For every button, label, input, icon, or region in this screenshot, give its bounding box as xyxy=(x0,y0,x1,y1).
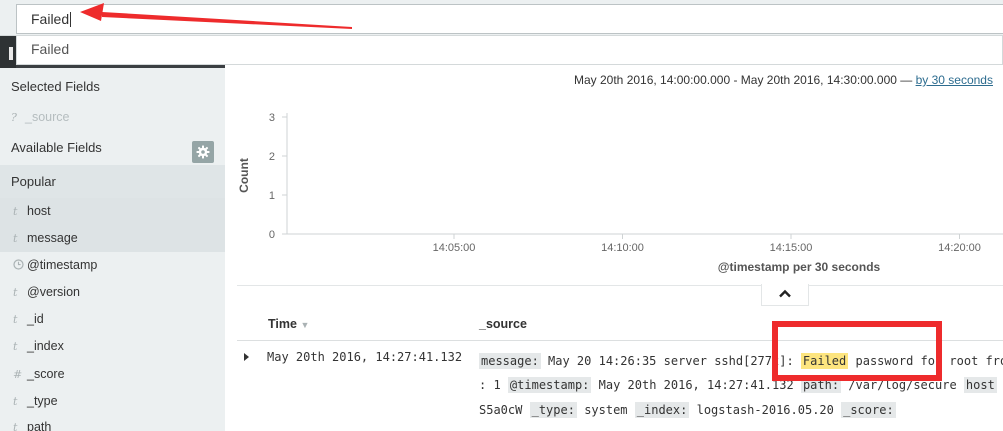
y-tick-label: 2 xyxy=(269,151,275,163)
sidebar-field-message[interactable]: t message xyxy=(0,225,225,252)
index-value: logstash-2016.05.20 xyxy=(696,403,834,417)
number-type-icon: # xyxy=(13,368,23,381)
x-tick-label: 14:05:00 xyxy=(433,242,476,254)
y-tick-label: 3 xyxy=(269,112,275,124)
field-name: _index xyxy=(27,339,64,353)
time-range-text: May 20th 2016, 14:00:00.000 - May 20th 2… xyxy=(574,73,913,87)
field-name: _type xyxy=(27,394,58,408)
available-fields-heading: Available Fields xyxy=(11,140,102,155)
collapse-chart-button[interactable] xyxy=(761,284,809,306)
id-value: S5a0cW xyxy=(479,403,523,417)
version-value: : 1 xyxy=(479,378,501,392)
string-type-icon: t xyxy=(13,395,18,408)
field-name: _source xyxy=(25,110,70,124)
field-key-timestamp: @timestamp: xyxy=(507,377,592,393)
type-value: system xyxy=(584,403,628,417)
string-type-icon: t xyxy=(13,421,18,431)
string-type-icon: t xyxy=(13,313,18,326)
source-column-header: _source xyxy=(479,317,527,331)
selected-fields-heading: Selected Fields xyxy=(11,79,100,94)
sidebar-field-id[interactable]: t _id xyxy=(0,306,225,333)
row-time: May 20th 2016, 14:27:41.132 xyxy=(267,350,463,364)
field-name: _score xyxy=(27,367,65,381)
field-key-host: host xyxy=(963,377,997,393)
field-key-type: _type: xyxy=(529,402,577,418)
sidebar-field-score[interactable]: # _score xyxy=(0,361,225,388)
sidebar-field-timestamp[interactable]: @timestamp xyxy=(0,252,225,279)
sidebar-field-type[interactable]: t _type xyxy=(0,388,225,415)
unknown-type-icon: ? xyxy=(11,111,17,124)
chevron-up-icon xyxy=(779,289,791,298)
field-name: message xyxy=(27,231,78,245)
sidebar-field-version[interactable]: t @version xyxy=(0,279,225,306)
string-type-icon: t xyxy=(13,205,18,218)
x-tick-label: 14:20:00 xyxy=(938,242,981,254)
string-type-icon: t xyxy=(13,286,18,299)
expand-row-icon[interactable] xyxy=(244,353,249,361)
field-name: _id xyxy=(27,312,44,326)
chart-y-label: Count xyxy=(237,158,251,193)
field-settings-button[interactable] xyxy=(192,141,214,163)
sidebar-field-path[interactable]: t path xyxy=(0,414,225,431)
interval-link[interactable]: by 30 seconds xyxy=(916,73,993,87)
time-range-header: May 20th 2016, 14:00:00.000 - May 20th 2… xyxy=(574,73,993,87)
x-tick-label: 14:15:00 xyxy=(770,242,813,254)
field-key-message: message: xyxy=(479,353,541,369)
timestamp-value: May 20th 2016, 14:27:41.132 xyxy=(598,378,794,392)
nav-strip-marker xyxy=(9,47,13,60)
field-name: path xyxy=(27,420,52,431)
message-text: May 20 14:26:35 server sshd[2772]: xyxy=(548,354,794,368)
field-key-score: _score: xyxy=(841,402,896,418)
nav-strip-edge xyxy=(0,36,16,68)
x-tick-label: 14:10:00 xyxy=(601,242,644,254)
chart-divider xyxy=(237,285,1003,286)
popular-heading: Popular xyxy=(11,174,56,189)
annotation-highlight-box xyxy=(772,321,942,381)
string-type-icon: t xyxy=(13,340,18,353)
gear-icon xyxy=(196,145,210,159)
clock-icon xyxy=(13,252,27,279)
field-name: @timestamp xyxy=(27,258,98,272)
search-suggestion[interactable]: Failed xyxy=(16,36,1003,65)
column-title: Time xyxy=(268,317,297,331)
field-name: @version xyxy=(27,285,80,299)
sidebar-field-host[interactable]: t host xyxy=(0,198,225,225)
field-name: host xyxy=(27,204,51,218)
y-tick-label: 1 xyxy=(269,190,275,202)
time-column-header[interactable]: Time ▼ xyxy=(268,317,309,331)
source-line-3: S5a0cW _type: system _index: logstash-20… xyxy=(479,402,896,418)
string-type-icon: t xyxy=(13,232,18,245)
sort-caret-icon: ▼ xyxy=(300,320,310,330)
field-key-index: _index: xyxy=(634,402,690,418)
annotation-arrow-icon xyxy=(80,3,352,29)
histogram-chart: 3 2 1 0 14:05:00 14:10:00 14:15:00 14:20:00 Cou… xyxy=(237,112,1003,274)
selected-field-source[interactable]: ? _source xyxy=(11,110,69,124)
sidebar-field-index[interactable]: t _index xyxy=(0,333,225,360)
chart-x-label: @timestamp per 30 seconds xyxy=(718,260,881,274)
y-tick-label: 0 xyxy=(269,229,275,241)
